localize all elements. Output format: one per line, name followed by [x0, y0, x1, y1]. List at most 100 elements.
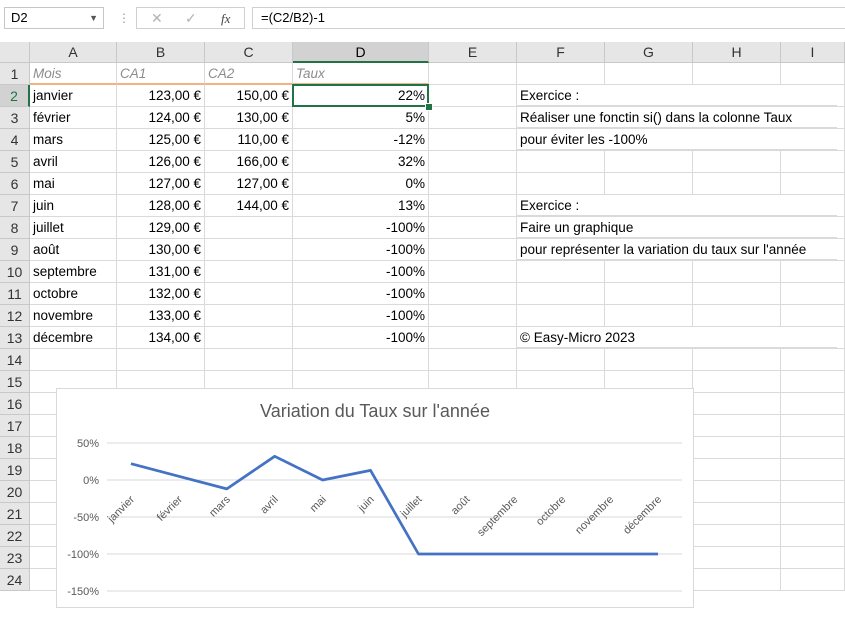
month-cell[interactable]: juin: [30, 195, 117, 217]
row-header-19[interactable]: 19: [0, 459, 30, 481]
note-text[interactable]: Faire un graphique: [517, 217, 837, 238]
ca1-cell[interactable]: 133,00 €: [117, 305, 205, 327]
cell[interactable]: [781, 547, 845, 569]
cell[interactable]: [693, 305, 781, 327]
cell[interactable]: [429, 217, 517, 239]
cell[interactable]: [117, 349, 205, 371]
cell[interactable]: [781, 393, 845, 415]
row-header-4[interactable]: 4: [0, 129, 30, 151]
ca2-cell[interactable]: 130,00 €: [205, 107, 293, 129]
ca2-cell[interactable]: 127,00 €: [205, 173, 293, 195]
cell[interactable]: [781, 63, 845, 85]
cell[interactable]: [605, 261, 693, 283]
chevron-down-icon[interactable]: ▼: [89, 8, 98, 28]
cell[interactable]: [693, 525, 781, 547]
month-cell[interactable]: décembre: [30, 327, 117, 349]
row-header-6[interactable]: 6: [0, 173, 30, 195]
row-header-11[interactable]: 11: [0, 283, 30, 305]
note-text[interactable]: pour représenter la variation du taux su…: [517, 239, 837, 260]
cell[interactable]: [517, 261, 605, 283]
month-cell[interactable]: novembre: [30, 305, 117, 327]
cell[interactable]: [605, 349, 693, 371]
row-header-21[interactable]: 21: [0, 503, 30, 525]
row-header-8[interactable]: 8: [0, 217, 30, 239]
ca2-cell[interactable]: [205, 239, 293, 261]
cell[interactable]: [781, 261, 845, 283]
column-header-i[interactable]: I: [781, 42, 845, 63]
cell[interactable]: [429, 85, 517, 107]
row-header-10[interactable]: 10: [0, 261, 30, 283]
column-header-d[interactable]: D: [293, 42, 429, 63]
ca1-cell[interactable]: 132,00 €: [117, 283, 205, 305]
header-cell-ca1[interactable]: CA1: [117, 63, 205, 85]
cell[interactable]: [429, 327, 517, 349]
cell[interactable]: [517, 283, 605, 305]
cell[interactable]: [781, 173, 845, 195]
note-text[interactable]: Exercice :: [517, 85, 837, 106]
cell[interactable]: [781, 283, 845, 305]
cell[interactable]: [30, 349, 117, 371]
cell[interactable]: [429, 151, 517, 173]
cancel-icon[interactable]: ✕: [151, 10, 163, 27]
cell[interactable]: [693, 261, 781, 283]
cell[interactable]: [605, 151, 693, 173]
cell[interactable]: [781, 437, 845, 459]
month-cell[interactable]: septembre: [30, 261, 117, 283]
taux-cell[interactable]: -100%: [293, 239, 429, 261]
cell[interactable]: [429, 283, 517, 305]
header-cell-mois[interactable]: Mois: [30, 63, 117, 85]
ca1-cell[interactable]: 128,00 €: [117, 195, 205, 217]
cell[interactable]: [517, 173, 605, 195]
cell[interactable]: [693, 415, 781, 437]
cell[interactable]: [605, 283, 693, 305]
ca2-cell[interactable]: 110,00 €: [205, 129, 293, 151]
header-cell-taux[interactable]: Taux: [293, 63, 429, 85]
cell[interactable]: [429, 107, 517, 129]
cell[interactable]: [781, 349, 845, 371]
cell[interactable]: [781, 525, 845, 547]
column-header-c[interactable]: C: [205, 42, 293, 63]
cell[interactable]: [693, 437, 781, 459]
ca2-cell[interactable]: [205, 283, 293, 305]
line-chart[interactable]: Variation du Taux sur l'année 50% 0% -50% -…: [56, 388, 694, 608]
taux-cell[interactable]: -12%: [293, 129, 429, 151]
ca2-cell[interactable]: [205, 305, 293, 327]
cell[interactable]: [517, 349, 605, 371]
row-header-24[interactable]: 24: [0, 569, 30, 591]
ca2-cell[interactable]: [205, 327, 293, 349]
ca1-cell[interactable]: 127,00 €: [117, 173, 205, 195]
column-header-f[interactable]: F: [517, 42, 605, 63]
cell[interactable]: [693, 569, 781, 591]
cell[interactable]: [781, 151, 845, 173]
cell[interactable]: [693, 547, 781, 569]
taux-cell[interactable]: -100%: [293, 217, 429, 239]
cell[interactable]: [781, 305, 845, 327]
select-all-corner[interactable]: [0, 42, 30, 63]
ca2-cell[interactable]: [205, 217, 293, 239]
ca1-cell[interactable]: 123,00 €: [117, 85, 205, 107]
ca2-cell[interactable]: 144,00 €: [205, 195, 293, 217]
cell[interactable]: [693, 393, 781, 415]
cell[interactable]: [429, 239, 517, 261]
row-header-7[interactable]: 7: [0, 195, 30, 217]
cell[interactable]: [205, 349, 293, 371]
note-text[interactable]: pour éviter les -100%: [517, 129, 837, 150]
cell[interactable]: [693, 63, 781, 85]
cell[interactable]: [429, 305, 517, 327]
taux-cell[interactable]: 22%: [293, 85, 429, 107]
taux-cell[interactable]: -100%: [293, 327, 429, 349]
row-header-16[interactable]: 16: [0, 393, 30, 415]
column-header-g[interactable]: G: [605, 42, 693, 63]
column-header-h[interactable]: H: [693, 42, 781, 63]
cell[interactable]: [605, 173, 693, 195]
row-header-17[interactable]: 17: [0, 415, 30, 437]
cell[interactable]: [429, 261, 517, 283]
cell[interactable]: [429, 63, 517, 85]
ca1-cell[interactable]: 131,00 €: [117, 261, 205, 283]
ca2-cell[interactable]: [205, 261, 293, 283]
function-icon[interactable]: fx: [221, 11, 230, 27]
cell[interactable]: [693, 371, 781, 393]
cell[interactable]: [517, 305, 605, 327]
month-cell[interactable]: mai: [30, 173, 117, 195]
enter-icon[interactable]: ✓: [185, 10, 197, 27]
